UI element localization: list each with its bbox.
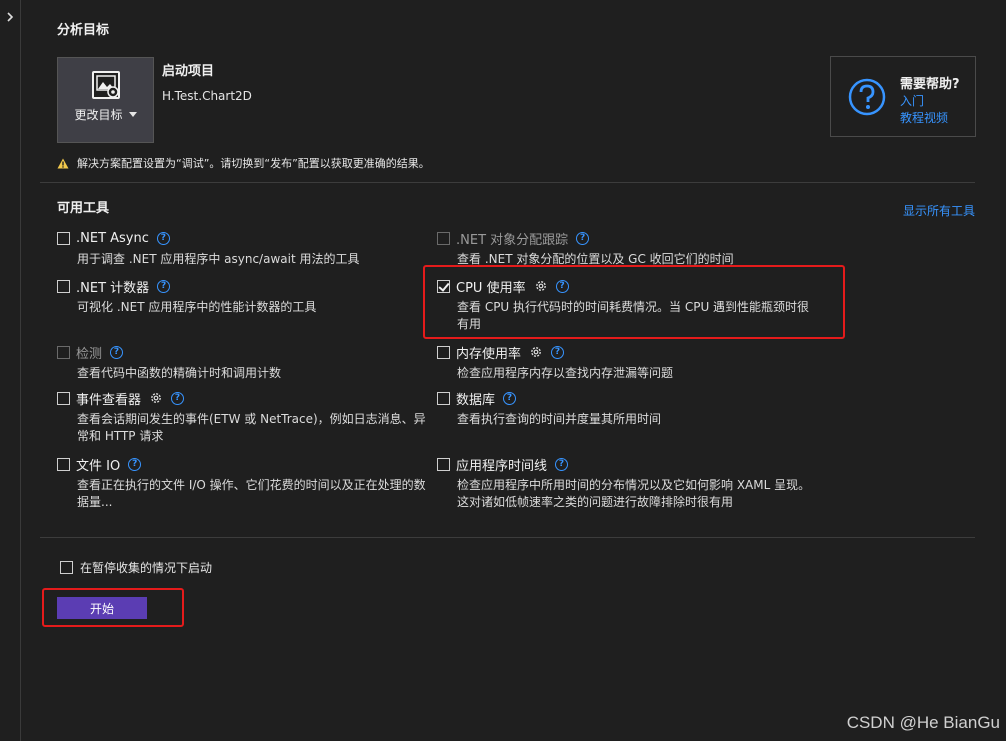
- database-desc: 查看执行查询的时间并度量其所用时间: [457, 412, 662, 426]
- net-counters-desc: 可视化 .NET 应用程序中的性能计数器的工具: [77, 300, 317, 314]
- help-question-icon: [848, 78, 886, 116]
- annotation-highlight-start: [42, 588, 184, 627]
- start-paused-checkbox[interactable]: [60, 561, 73, 574]
- memory-usage-desc: 检查应用程序内存以查找内存泄漏等问题: [457, 366, 674, 380]
- help-icon[interactable]: ?: [555, 457, 569, 471]
- caret-down-icon: [128, 112, 137, 117]
- watermark-text: CSDN @He BianGu: [846, 713, 1000, 732]
- change-target-button[interactable]: 更改目标: [57, 57, 154, 143]
- help-icon[interactable]: ?: [156, 231, 170, 245]
- tool-net-async: .NET Async ? 用于调查 .NET 应用程序中 async/await…: [57, 229, 359, 268]
- configuration-warning: 解决方案配置设置为“调试”。请切换到“发布”配置以获取更准确的结果。: [57, 155, 430, 171]
- app-timeline-name: 应用程序时间线: [456, 458, 548, 474]
- database-name: 数据库: [456, 392, 496, 408]
- chevron-right-icon[interactable]: [5, 10, 15, 24]
- tool-database: 数据库 ? 查看执行查询的时间并度量其所用时间: [437, 389, 661, 428]
- start-paused-option: 在暂停收集的情况下启动: [60, 559, 212, 576]
- help-link-intro[interactable]: 入门: [900, 92, 924, 109]
- file-io-desc-line1: 查看正在执行的文件 I/O 操作、它们花费的时间以及正在处理的数: [77, 478, 426, 492]
- event-viewer-name: 事件查看器: [76, 392, 142, 408]
- file-io-checkbox[interactable]: [57, 457, 70, 471]
- startup-project-value: H.Test.Chart2D: [162, 89, 252, 103]
- section-title-available-tools: 可用工具: [57, 201, 110, 216]
- help-icon[interactable]: ?: [503, 391, 517, 405]
- instrumentation-name: 检测: [76, 346, 103, 362]
- app-timeline-desc-line2: 这对诸如低帧速率之类的问题进行故障排除时很有用: [457, 495, 734, 509]
- help-icon[interactable]: ?: [551, 345, 565, 359]
- app-timeline-desc-line1: 检查应用程序中所用时间的分布情况以及它如何影响 XAML 呈现。: [457, 478, 811, 492]
- change-target-label: 更改目标: [74, 108, 123, 122]
- help-icon[interactable]: ?: [576, 231, 590, 245]
- tool-instrumentation: 检测 ? 查看代码中函数的精确计时和调用计数: [57, 343, 281, 382]
- net-alloc-name: .NET 对象分配跟踪: [456, 232, 569, 248]
- tool-file-io: 文件 IO ? 查看正在执行的文件 I/O 操作、它们花费的时间以及正在处理的数…: [57, 455, 426, 511]
- net-counters-name: .NET 计数器: [76, 280, 150, 296]
- instrumentation-checkbox[interactable]: [57, 345, 70, 359]
- tool-memory-usage: 内存使用率 ? 检查应用程序内存以查找内存泄漏等问题: [437, 343, 673, 382]
- left-collapsed-bar: [0, 0, 21, 741]
- warning-text: 解决方案配置设置为“调试”。请切换到“发布”配置以获取更准确的结果。: [77, 157, 430, 170]
- warning-icon: [57, 158, 69, 168]
- gear-icon[interactable]: [529, 345, 543, 359]
- file-io-name: 文件 IO: [76, 458, 121, 474]
- startup-project-title: 启动项目: [162, 64, 215, 79]
- divider-top: [40, 182, 975, 183]
- help-icon[interactable]: ?: [110, 345, 124, 359]
- memory-usage-name: 内存使用率: [456, 346, 522, 362]
- file-io-desc-line2: 据量...: [77, 495, 113, 509]
- tool-event-viewer: 事件查看器 ? 查看会话期间发生的事件(ETW 或 NetTrace)，例如日志…: [57, 389, 426, 445]
- annotation-highlight-cpu: [423, 265, 845, 339]
- net-async-desc: 用于调查 .NET 应用程序中 async/await 用法的工具: [77, 252, 360, 266]
- net-async-checkbox[interactable]: [57, 231, 70, 245]
- section-title-analysis-target: 分析目标: [57, 23, 110, 38]
- divider-bottom: [40, 537, 975, 538]
- tool-net-counters: .NET 计数器 ? 可视化 .NET 应用程序中的性能计数器的工具: [57, 277, 316, 316]
- app-timeline-checkbox[interactable]: [437, 457, 450, 471]
- memory-usage-checkbox[interactable]: [437, 345, 450, 359]
- net-counters-checkbox[interactable]: [57, 279, 70, 293]
- help-icon[interactable]: ?: [171, 391, 185, 405]
- help-link-video[interactable]: 教程视频: [900, 109, 948, 126]
- event-viewer-desc-line1: 查看会话期间发生的事件(ETW 或 NetTrace)，例如日志消息、异: [77, 412, 426, 426]
- target-app-icon: [91, 71, 120, 99]
- help-panel: 需要帮助? 入门 教程视频: [830, 56, 976, 137]
- help-title: 需要帮助?: [900, 77, 960, 92]
- help-icon[interactable]: ?: [157, 279, 171, 293]
- tool-net-object-allocation: .NET 对象分配跟踪 ? 查看 .NET 对象分配的位置以及 GC 收回它们的…: [437, 229, 734, 268]
- tool-application-timeline: 应用程序时间线 ? 检查应用程序中所用时间的分布情况以及它如何影响 XAML 呈…: [437, 455, 810, 511]
- instrumentation-desc: 查看代码中函数的精确计时和调用计数: [77, 366, 282, 380]
- database-checkbox[interactable]: [437, 391, 450, 405]
- show-all-tools-link[interactable]: 显示所有工具: [903, 202, 975, 219]
- help-icon[interactable]: ?: [128, 457, 142, 471]
- event-viewer-checkbox[interactable]: [57, 391, 70, 405]
- gear-icon[interactable]: [149, 391, 163, 405]
- event-viewer-desc-line2: 常和 HTTP 请求: [77, 429, 164, 443]
- net-alloc-checkbox[interactable]: [437, 231, 450, 245]
- start-paused-label: 在暂停收集的情况下启动: [80, 561, 213, 575]
- net-async-name: .NET Async: [76, 230, 149, 246]
